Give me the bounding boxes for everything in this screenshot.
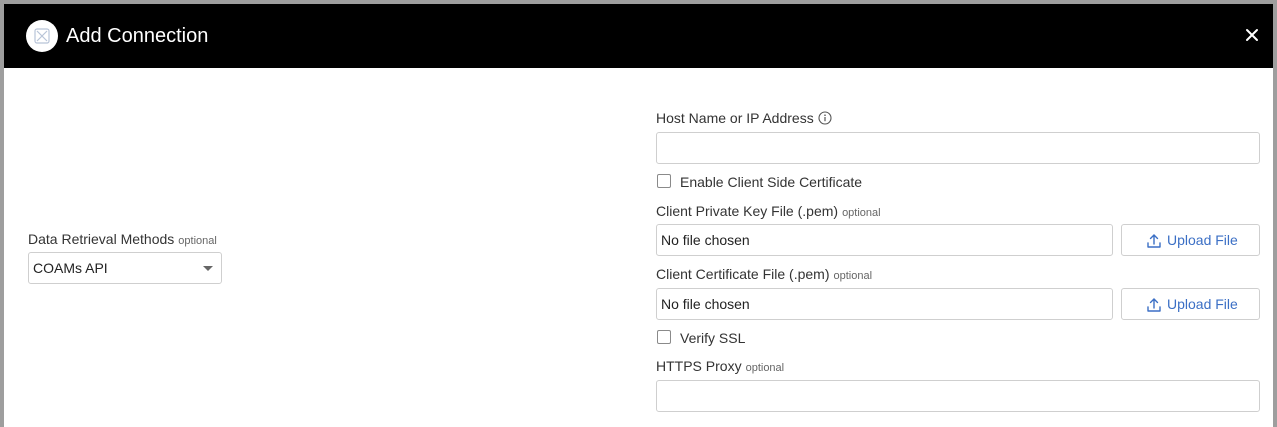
chevron-down-icon (203, 266, 213, 271)
client-cert-label-text: Client Certificate File (.pem) (656, 266, 830, 282)
client-cert-file-field[interactable]: No file chosen (656, 288, 1113, 320)
upload-private-key-button[interactable]: Upload File (1121, 224, 1260, 256)
client-cert-label: Client Certificate File (.pem) optional (656, 265, 872, 285)
upload-client-cert-label: Upload File (1167, 296, 1238, 312)
private-key-file-text: No file chosen (661, 232, 750, 248)
info-icon[interactable] (818, 111, 832, 130)
close-icon[interactable] (1243, 26, 1261, 44)
optional-tag: optional (842, 207, 881, 219)
host-label: Host Name or IP Address (656, 109, 814, 127)
host-label-text: Host Name or IP Address (656, 110, 814, 126)
https-proxy-label-text: HTTPS Proxy (656, 358, 742, 374)
enable-client-cert-label: Enable Client Side Certificate (680, 174, 863, 190)
upload-icon (1147, 234, 1161, 248)
data-retrieval-label-text: Data Retrieval Methods (28, 231, 175, 247)
dialog-title: Add Connection (66, 25, 209, 47)
data-retrieval-label: Data Retrieval Methods optional (28, 230, 217, 250)
private-key-label-text: Client Private Key File (.pem) (656, 203, 839, 219)
verify-ssl-label: Verify SSL (680, 330, 746, 346)
connector-logo-icon (26, 20, 58, 52)
enable-client-cert-checkbox[interactable] (657, 174, 671, 188)
add-connection-dialog: Add Connection Data Retrieval Methods opt… (0, 0, 1277, 427)
https-proxy-label: HTTPS Proxy optional (656, 357, 784, 377)
private-key-label: Client Private Key File (.pem) optional (656, 202, 881, 222)
client-cert-file-text: No file chosen (661, 296, 750, 312)
upload-icon (1147, 298, 1161, 312)
optional-tag: optional (745, 362, 785, 374)
upload-private-key-label: Upload File (1167, 232, 1238, 248)
verify-ssl-checkbox[interactable] (657, 330, 671, 344)
optional-tag: optional (833, 270, 873, 282)
host-input[interactable] (656, 132, 1260, 164)
https-proxy-input[interactable] (656, 380, 1260, 412)
data-retrieval-select[interactable]: COAMs API (28, 252, 222, 284)
optional-tag: optional (178, 235, 217, 247)
upload-client-cert-button[interactable]: Upload File (1121, 288, 1260, 320)
dialog-header: Add Connection (4, 4, 1273, 68)
private-key-file-field[interactable]: No file chosen (656, 224, 1113, 256)
data-retrieval-selected-value: COAMs API (33, 260, 108, 276)
